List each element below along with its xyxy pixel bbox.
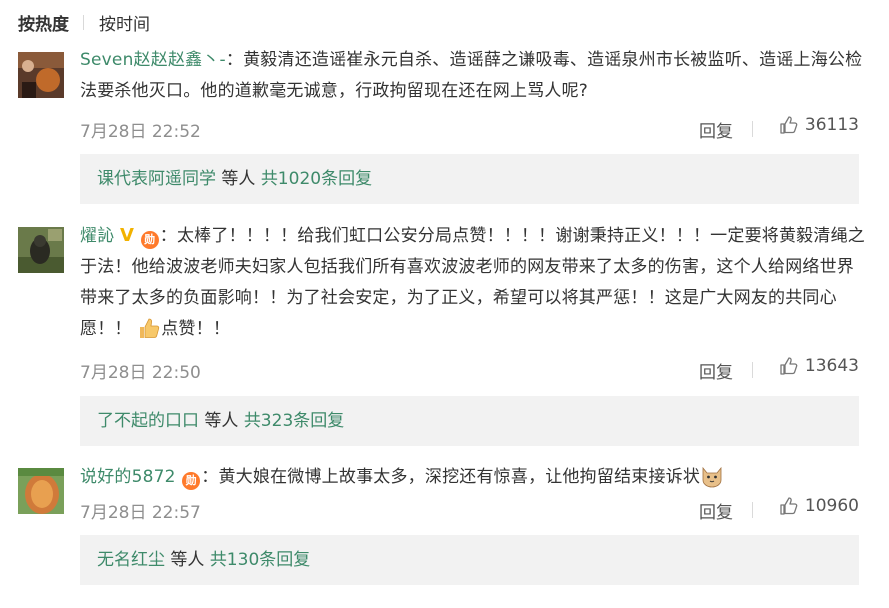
reply-count-link[interactable]: 共323条回复 <box>244 411 344 431</box>
avatar[interactable] <box>18 52 64 98</box>
avatar[interactable] <box>18 227 64 273</box>
like-count: 36113 <box>804 115 859 135</box>
comment-meta: 7月28日 22:57 回复 10960 <box>80 496 859 523</box>
timestamp: 7月28日 22:52 <box>80 122 201 142</box>
reply-user-link[interactable]: 了不起的口口 <box>97 411 199 431</box>
reply-button[interactable]: 回复 <box>699 498 733 523</box>
reply-etc: 等人 <box>216 169 261 189</box>
reply-summary[interactable]: 了不起的口口 等人 共323条回复 <box>80 396 859 446</box>
thumbs-up-icon <box>780 497 798 515</box>
reply-etc: 等人 <box>165 550 210 570</box>
cat-emoji-icon <box>702 466 722 488</box>
comment-body-end: 点赞！！ <box>161 319 231 339</box>
divider <box>752 502 753 518</box>
reply-count-link[interactable]: 共1020条回复 <box>261 169 372 189</box>
fan-medal-icon: 勋 <box>182 472 201 490</box>
username-link[interactable]: 说好的5872 <box>80 467 176 487</box>
thumbs-up-emoji-icon <box>140 318 160 338</box>
thumbs-up-icon <box>780 357 798 375</box>
like-button[interactable]: 36113 <box>779 115 859 135</box>
vip-badge-icon: V <box>120 225 135 246</box>
avatar[interactable] <box>18 468 64 514</box>
reply-summary[interactable]: 课代表阿遥同学 等人 共1020条回复 <box>80 154 859 204</box>
fan-medal-icon: 勋 <box>140 231 159 249</box>
comment-meta: 7月28日 22:52 回复 36113 <box>80 115 859 142</box>
divider <box>752 362 753 378</box>
username-link[interactable]: 燿訫 <box>80 226 114 246</box>
timestamp: 7月28日 22:57 <box>80 503 201 523</box>
reply-button[interactable]: 回复 <box>699 117 733 142</box>
reply-count-link[interactable]: 共130条回复 <box>210 550 310 570</box>
timestamp: 7月28日 22:50 <box>80 363 201 383</box>
comment-text: 燿訫 V 勋：太棒了！！！！给我们虹口公安分局点赞！！！！谢谢秉持正义！！！一定… <box>80 220 865 345</box>
username-link[interactable]: Seven赵赵赵鑫丶- <box>80 50 226 70</box>
like-button[interactable]: 10960 <box>779 496 859 516</box>
reply-button[interactable]: 回复 <box>699 358 733 383</box>
divider <box>752 121 753 137</box>
sort-by-hot-tab[interactable]: 按热度 <box>18 10 69 35</box>
comment-text: 说好的5872 勋：黄大娘在微博上故事太多，深挖还有惊喜，让他拘留结束接诉状 <box>80 462 865 493</box>
sort-tabs: 按热度 按时间 <box>18 8 150 36</box>
comment-body: ：黄大娘在微博上故事太多，深挖还有惊喜，让他拘留结束接诉状 <box>201 467 701 487</box>
thumbs-up-icon <box>780 116 798 134</box>
like-button[interactable]: 13643 <box>779 356 859 376</box>
reply-summary[interactable]: 无名红尘 等人 共130条回复 <box>80 535 859 585</box>
comment-meta: 7月28日 22:50 回复 13643 <box>80 356 859 383</box>
reply-user-link[interactable]: 课代表阿遥同学 <box>97 169 216 189</box>
like-count: 10960 <box>804 496 859 516</box>
divider <box>83 14 84 30</box>
sort-by-time-tab[interactable]: 按时间 <box>99 10 150 35</box>
reply-etc: 等人 <box>199 411 244 431</box>
comment-text: Seven赵赵赵鑫丶-：黄毅清还造谣崔永元自杀、造谣薛之谦吸毒、造谣泉州市长被监… <box>80 45 865 107</box>
reply-user-link[interactable]: 无名红尘 <box>97 550 165 570</box>
like-count: 13643 <box>804 356 859 376</box>
